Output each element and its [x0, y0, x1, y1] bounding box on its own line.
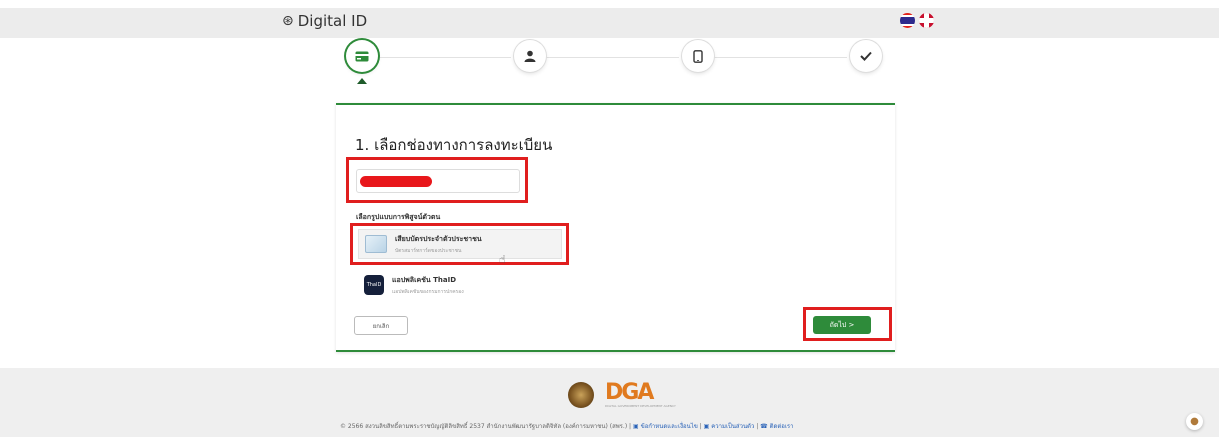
government-seal-logo	[568, 382, 594, 408]
option-subtitle: บัตรสมาร์ทการ์ดของประชาชน	[395, 247, 462, 254]
dga-wordmark: DGA	[605, 382, 676, 404]
user-icon	[524, 50, 536, 62]
registration-card: 1. เลือกช่องทางการลงทะเบียน เลือกรูปแบบก…	[336, 103, 895, 352]
check-icon	[860, 51, 872, 61]
dga-subtitle: DIGITAL GOVERNMENT DEVELOPMENT AGENCY	[605, 404, 676, 408]
footer-text: © 2566 สงวนลิขสิทธิ์ตามพระราชบัญญัติลิขส…	[340, 423, 794, 430]
fingerprint-icon: ⊛	[282, 13, 294, 29]
app-icon-text: ThaID	[366, 282, 382, 288]
terms-link[interactable]: ▣ ข้อกำหนดและเงื่อนไข	[633, 423, 698, 430]
id-card-icon	[365, 235, 387, 253]
thaid-app-icon: ThaID	[364, 275, 384, 295]
terms-link-label: ข้อกำหนดและเงื่อนไข	[640, 423, 698, 430]
option-thaid-app[interactable]: ThaID แอปพลิเคชัน ThaID แอปพลิเคชันของกร…	[358, 270, 562, 300]
cancel-button[interactable]: ยกเลิก	[354, 316, 408, 335]
next-button[interactable]: ถัดไป >	[813, 316, 871, 334]
step-3-mobile[interactable]	[682, 40, 714, 72]
contact-link-label: ติดต่อเรา	[769, 423, 794, 430]
step-connector	[711, 57, 847, 58]
option-title: แอปพลิเคชัน ThaID	[392, 275, 457, 284]
cookie-icon[interactable]: ●	[1186, 413, 1203, 430]
brand[interactable]: ⊛ Digital ID	[282, 12, 367, 30]
options-label: เลือกรูปแบบการพิสูจน์ตัวตน	[356, 213, 441, 221]
footer: DGA DIGITAL GOVERNMENT DEVELOPMENT AGENC…	[0, 368, 1219, 437]
step-1-id-card[interactable]	[346, 40, 378, 72]
option-subtitle: แอปพลิเคชันของกรมการปกครอง	[392, 288, 464, 295]
step-connector	[375, 57, 511, 58]
privacy-link[interactable]: ▣ ความเป็นส่วนตัว	[704, 423, 755, 430]
hand-cursor-icon: ☝	[499, 253, 506, 266]
id-input-field[interactable]	[356, 169, 520, 193]
brand-title: Digital ID	[297, 12, 368, 30]
card-title: 1. เลือกช่องทางการลงทะเบียน	[355, 136, 553, 154]
step-4-complete[interactable]	[850, 40, 882, 72]
step-connector	[543, 57, 679, 58]
step-2-user[interactable]	[514, 40, 546, 72]
language-switcher	[900, 13, 934, 28]
uk-flag-icon[interactable]	[919, 13, 934, 28]
th-flag-icon[interactable]	[900, 13, 915, 28]
contact-link[interactable]: ☎ ติดต่อเรา	[760, 423, 793, 430]
option-id-card[interactable]: เสียบบัตรประจำตัวประชาชน บัตรสมาร์ทการ์ด…	[358, 229, 562, 259]
active-step-caret	[357, 78, 367, 84]
dga-logo: DGA DIGITAL GOVERNMENT DEVELOPMENT AGENC…	[605, 382, 676, 409]
registration-stepper	[335, 40, 895, 90]
id-card-icon	[355, 51, 369, 61]
top-bar: ⊛ Digital ID	[0, 8, 1219, 38]
dga-text: DGA	[605, 380, 654, 405]
mobile-icon	[693, 49, 703, 63]
copyright: © 2566 สงวนลิขสิทธิ์ตามพระราชบัญญัติลิขส…	[340, 423, 632, 430]
option-title: เสียบบัตรประจำตัวประชาชน	[395, 234, 482, 243]
redacted-value	[360, 176, 432, 187]
privacy-link-label: ความเป็นส่วนตัว	[711, 423, 755, 430]
